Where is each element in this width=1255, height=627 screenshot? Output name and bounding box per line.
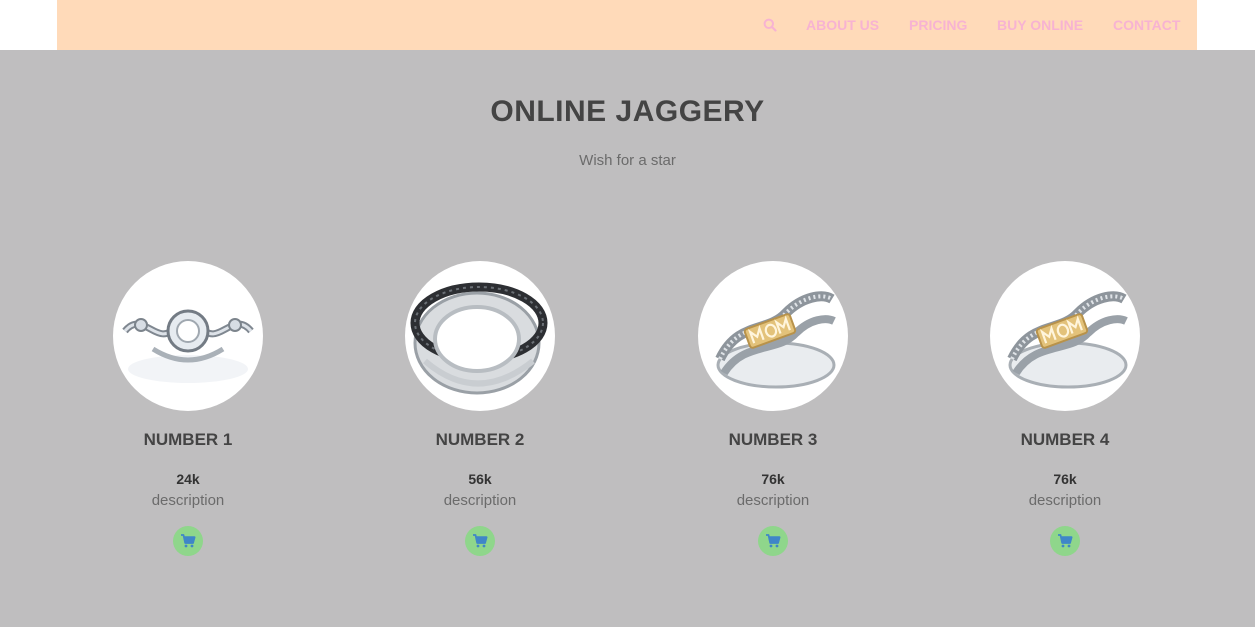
cart-icon bbox=[1058, 534, 1073, 548]
product-title: NUMBER 4 bbox=[1020, 430, 1110, 449]
product-price: 76k bbox=[1053, 471, 1077, 487]
product-image bbox=[698, 261, 848, 411]
product-description: description bbox=[151, 492, 225, 509]
nav-about-us[interactable]: ABOUT US bbox=[806, 17, 879, 33]
product-card: NUMBER 4 76k description bbox=[945, 261, 1185, 556]
product-price: 24k bbox=[176, 471, 200, 487]
navbar: ABOUT US PRICING BUY ONLINE CONTACT bbox=[57, 0, 1197, 50]
product-description: description bbox=[736, 492, 810, 509]
product-description: description bbox=[443, 492, 517, 509]
add-to-cart-button[interactable] bbox=[758, 526, 788, 556]
product-card: NUMBER 2 56k description bbox=[360, 261, 600, 556]
product-title: NUMBER 2 bbox=[435, 430, 525, 449]
cart-icon bbox=[766, 534, 781, 548]
product-price: 56k bbox=[468, 471, 492, 487]
nav-buy-online[interactable]: BUY ONLINE bbox=[997, 17, 1083, 33]
nav-contact[interactable]: CONTACT bbox=[1113, 17, 1180, 33]
product-card: NUMBER 3 76k description bbox=[653, 261, 893, 556]
product-image bbox=[990, 261, 1140, 411]
product-title: NUMBER 3 bbox=[728, 430, 818, 449]
nav-pricing[interactable]: PRICING bbox=[909, 17, 967, 33]
cart-icon bbox=[181, 534, 196, 548]
product-card: NUMBER 1 24k description bbox=[68, 261, 308, 556]
search-icon[interactable] bbox=[762, 17, 778, 33]
product-price: 76k bbox=[761, 471, 785, 487]
cart-icon bbox=[473, 534, 488, 548]
page-title: ONLINE JAGGERY bbox=[490, 95, 765, 128]
add-to-cart-button[interactable] bbox=[465, 526, 495, 556]
page-subtitle: Wish for a star bbox=[579, 152, 676, 169]
product-description: description bbox=[1028, 492, 1102, 509]
product-title: NUMBER 1 bbox=[143, 430, 233, 449]
product-image bbox=[113, 261, 263, 411]
add-to-cart-button[interactable] bbox=[173, 526, 203, 556]
product-image bbox=[405, 261, 555, 411]
add-to-cart-button[interactable] bbox=[1050, 526, 1080, 556]
